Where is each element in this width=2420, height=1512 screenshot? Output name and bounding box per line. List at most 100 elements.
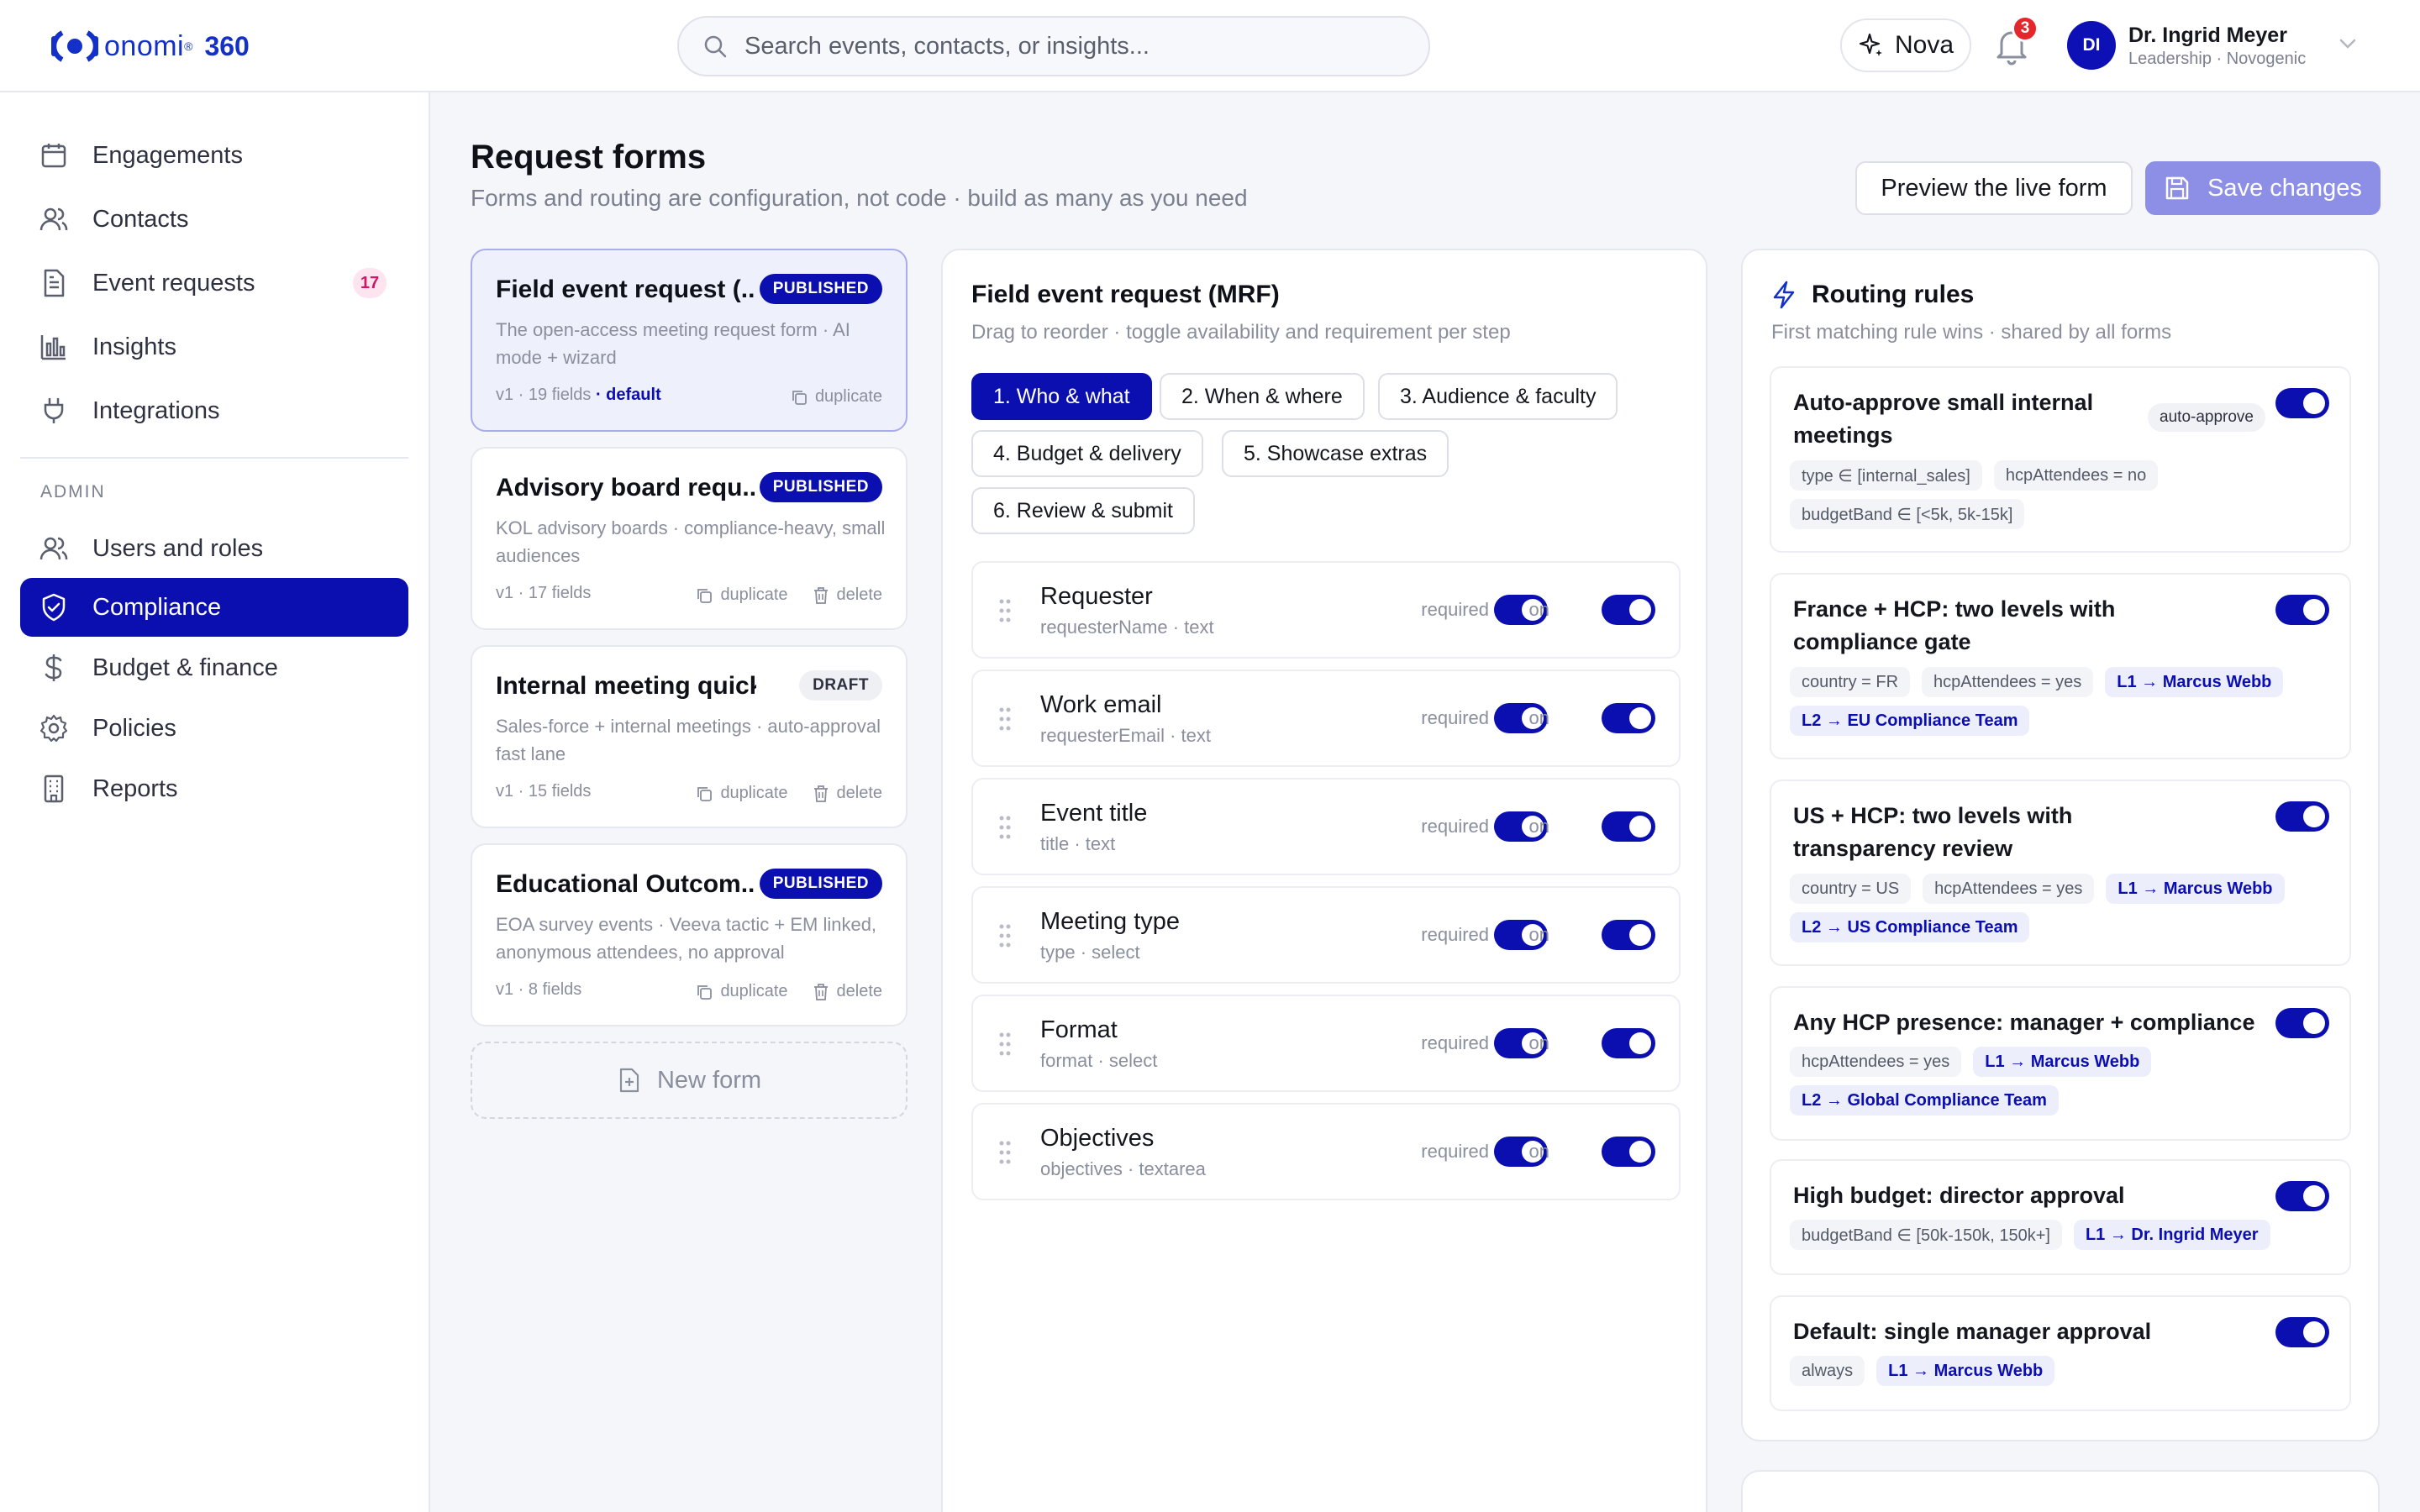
search-bar[interactable] <box>677 16 1430 76</box>
enabled-toggle[interactable] <box>1602 1137 1655 1167</box>
new-form-button[interactable]: New form <box>471 1042 908 1119</box>
enabled-toggle[interactable] <box>1602 703 1655 733</box>
field-row-event-title[interactable]: Event title title · text required on <box>971 778 1681 875</box>
lightning-icon <box>1773 281 1795 309</box>
sidebar-item-budget-finance[interactable]: Budget & finance <box>20 638 408 697</box>
rule-conditions: type ∈ [internal_sales] hcpAttendees = n… <box>1790 460 2331 529</box>
rule-name: Any HCP presence: manager + compliance <box>1793 1010 2255 1035</box>
drag-handle-icon[interactable] <box>998 1032 1012 1057</box>
routing-rule[interactable]: High budget: director approval budgetBan… <box>1770 1159 2351 1275</box>
step-tab-review-submit[interactable]: 6. Review & submit <box>971 487 1195 534</box>
routing-rule[interactable]: France + HCP: two levels with compliance… <box>1770 573 2351 759</box>
drag-handle-icon[interactable] <box>998 706 1012 732</box>
sidebar-item-label: Contacts <box>92 205 189 233</box>
form-card-educational-outcomes[interactable]: Educational Outcom... PUBLISHED EOA surv… <box>471 843 908 1026</box>
routing-rule[interactable]: Default: single manager approval always … <box>1770 1295 2351 1411</box>
rule-conditions: always L1 → Marcus Webb <box>1790 1356 2331 1386</box>
sidebar-item-event-requests[interactable]: Event requests 17 <box>20 254 408 312</box>
delete-button[interactable]: delete <box>812 982 882 1001</box>
notification-badge: 3 <box>2012 15 2039 42</box>
route-chip: L1 → Marcus Webb <box>1876 1356 2055 1386</box>
step-tab-showcase-extras[interactable]: 5. Showcase extras <box>1222 430 1449 477</box>
field-row-objectives[interactable]: Objectives objectives · textarea require… <box>971 1103 1681 1200</box>
sidebar-item-compliance[interactable]: Compliance <box>20 578 408 637</box>
step-tab-audience-faculty[interactable]: 3. Audience & faculty <box>1378 373 1618 420</box>
rule-enabled-toggle[interactable] <box>2275 1008 2329 1038</box>
top-bar: onomi® 360 Nova 3 DI Dr. Ingrid Meyer Le… <box>0 0 2420 92</box>
rule-name: US + HCP: two levels with transparency r… <box>1793 803 2073 861</box>
enabled-toggle[interactable] <box>1602 1028 1655 1058</box>
drag-handle-icon[interactable] <box>998 1140 1012 1165</box>
sidebar-item-engagements[interactable]: Engagements <box>20 126 408 185</box>
duplicate-button[interactable]: duplicate <box>790 387 882 407</box>
routing-rules-panel: Routing rules First matching rule wins ·… <box>1741 249 2380 1441</box>
rule-enabled-toggle[interactable] <box>2275 595 2329 625</box>
user-role: Leadership · Novogenic <box>2128 50 2307 68</box>
delete-button[interactable]: delete <box>812 585 882 605</box>
routing-rule[interactable]: Any HCP presence: manager + compliance h… <box>1770 986 2351 1141</box>
field-meta: requesterEmail · text <box>1040 725 1211 746</box>
dollar-icon <box>45 654 62 681</box>
copy-icon <box>697 786 713 801</box>
user-name[interactable]: Dr. Ingrid Meyer <box>2128 24 2287 48</box>
save-label: Save changes <box>2207 174 2362 202</box>
form-card-advisory-board[interactable]: Advisory board requ... PUBLISHED KOL adv… <box>471 447 908 630</box>
drag-handle-icon[interactable] <box>998 815 1012 840</box>
form-card-field-event-request[interactable]: Field event request (... PUBLISHED The o… <box>471 249 908 432</box>
form-actions: duplicate delete <box>695 982 882 1001</box>
routing-rule[interactable]: US + HCP: two levels with transparency r… <box>1770 780 2351 966</box>
duplicate-button[interactable]: duplicate <box>695 585 788 605</box>
field-row-requester[interactable]: Requester requesterName · text required … <box>971 561 1681 659</box>
drag-handle-icon[interactable] <box>998 923 1012 948</box>
field-row-format[interactable]: Format format · select required on <box>971 995 1681 1092</box>
enabled-toggle[interactable] <box>1602 811 1655 842</box>
preview-live-form-button[interactable]: Preview the live form <box>1855 161 2133 215</box>
save-changes-button[interactable]: Save changes <box>2145 161 2381 215</box>
trash-icon <box>813 785 828 802</box>
rule-name: France + HCP: two levels with compliance… <box>1793 596 2116 654</box>
save-icon <box>2165 176 2189 200</box>
rule-action-tag: auto-approve <box>2148 403 2265 432</box>
duplicate-button[interactable]: duplicate <box>695 982 788 1001</box>
avatar[interactable]: DI <box>2067 21 2116 70</box>
chevron-down-icon[interactable] <box>2336 35 2360 52</box>
required-label: required <box>1421 599 1489 620</box>
field-name: Event title <box>1040 800 1148 827</box>
trash-icon <box>813 586 828 604</box>
required-label: required <box>1421 707 1489 728</box>
search-input[interactable] <box>744 32 1400 60</box>
on-label: on <box>1528 599 1549 620</box>
enabled-toggle[interactable] <box>1602 595 1655 625</box>
logo-mark-icon <box>51 30 98 62</box>
routing-rule[interactable]: Auto-approve small internal meetings aut… <box>1770 366 2351 553</box>
condition-chip: hcpAttendees = yes <box>1790 1047 1962 1077</box>
nova-assistant-button[interactable]: Nova <box>1840 18 1971 72</box>
sidebar-item-contacts[interactable]: Contacts <box>20 190 408 249</box>
rule-enabled-toggle[interactable] <box>2275 1181 2329 1211</box>
step-tab-budget-delivery[interactable]: 4. Budget & delivery <box>971 430 1203 477</box>
enabled-toggle[interactable] <box>1602 920 1655 950</box>
rule-enabled-toggle[interactable] <box>2275 1317 2329 1347</box>
sidebar-item-policies[interactable]: Policies <box>20 699 408 758</box>
condition-chip: country = FR <box>1790 667 1911 697</box>
form-title: Internal meeting quick f... <box>496 672 756 700</box>
drag-handle-icon[interactable] <box>998 598 1012 623</box>
rule-enabled-toggle[interactable] <box>2275 388 2329 418</box>
duplicate-button[interactable]: duplicate <box>695 784 788 803</box>
sidebar-item-integrations[interactable]: Integrations <box>20 381 408 440</box>
sparkle-icon <box>1859 33 1882 56</box>
sidebar-item-label: Reports <box>92 774 178 802</box>
sidebar-item-users-and-roles[interactable]: Users and roles <box>20 519 408 578</box>
delete-button[interactable]: delete <box>812 784 882 803</box>
step-tab-who-what[interactable]: 1. Who & what <box>971 373 1152 420</box>
sidebar-item-reports[interactable]: Reports <box>20 759 408 818</box>
sidebar-item-insights[interactable]: Insights <box>20 318 408 376</box>
field-row-work-email[interactable]: Work email requesterEmail · text require… <box>971 669 1681 767</box>
field-row-meeting-type[interactable]: Meeting type type · select required on <box>971 886 1681 984</box>
step-tab-when-where[interactable]: 2. When & where <box>1160 373 1365 420</box>
rule-enabled-toggle[interactable] <box>2275 801 2329 832</box>
app-logo[interactable]: onomi ® 360 <box>49 25 250 67</box>
form-card-internal-meeting[interactable]: Internal meeting quick f... DRAFT Sales-… <box>471 645 908 828</box>
rule-name: High budget: director approval <box>1793 1183 2125 1208</box>
routing-title: Routing rules <box>1771 281 1974 309</box>
